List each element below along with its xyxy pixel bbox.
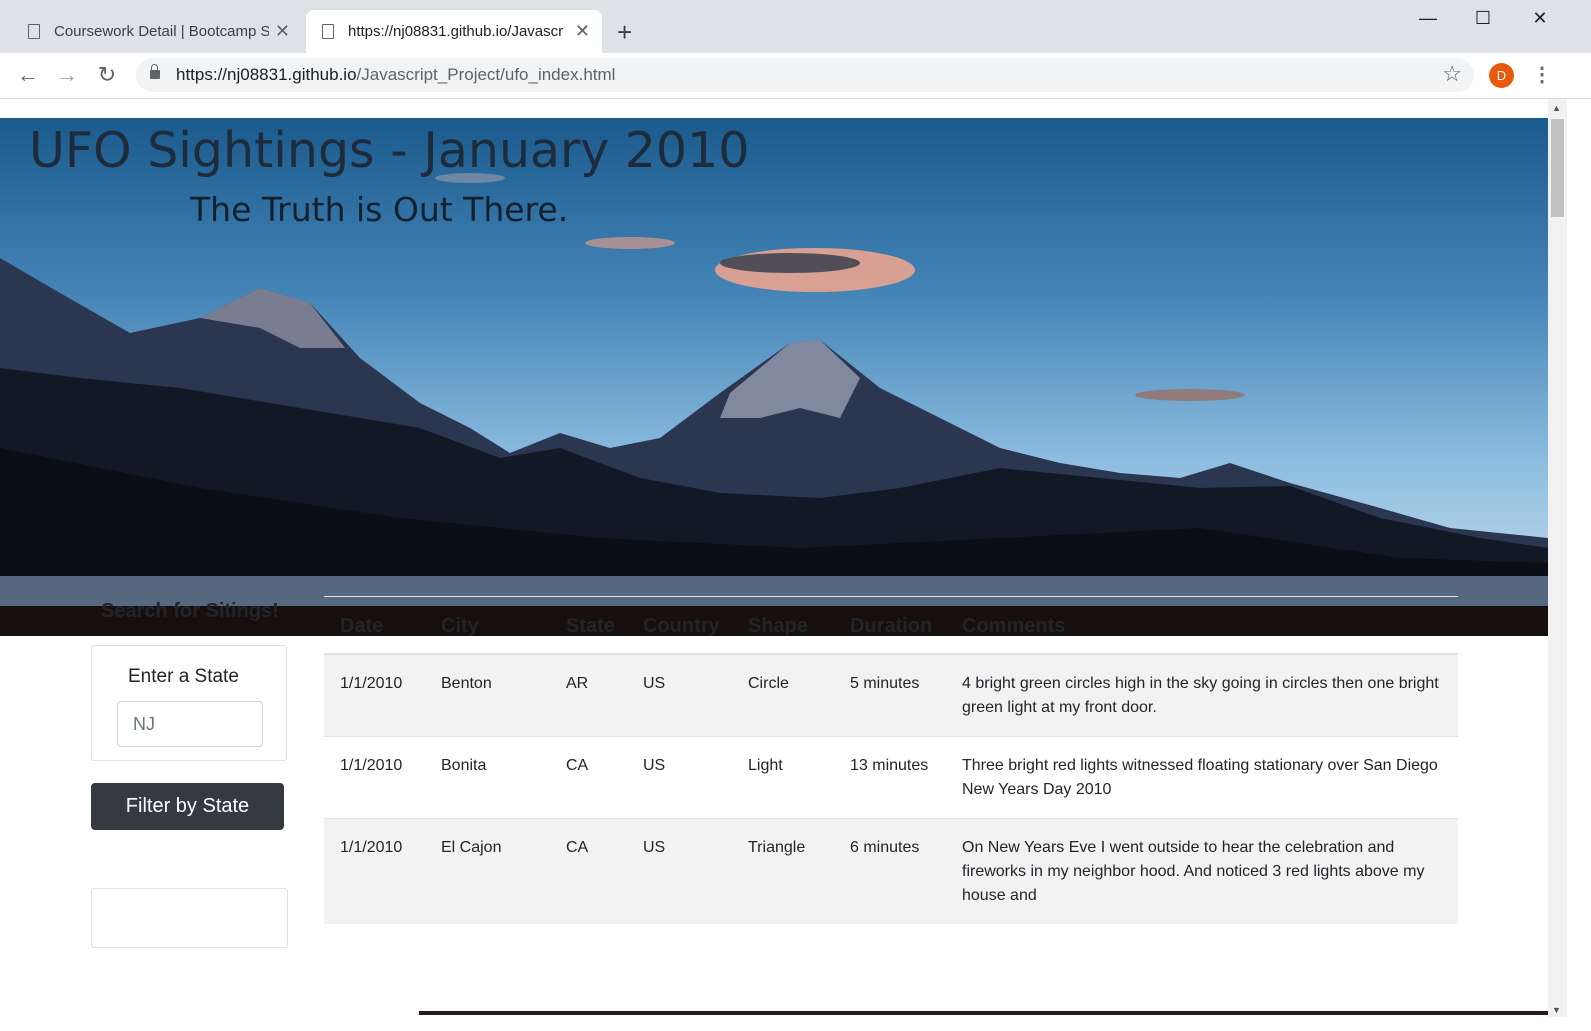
- table-row: 1/1/2010 El Cajon CA US Triangle 6 minut…: [324, 818, 1458, 924]
- ufo-table: Date City State Country Shape Duration C…: [324, 597, 1458, 924]
- close-tab-icon[interactable]: ✕: [575, 21, 590, 42]
- search-heading: Search for Sitings!: [101, 600, 279, 622]
- table-header-row: Date City State Country Shape Duration C…: [324, 597, 1458, 655]
- cell-duration: 6 minutes: [834, 818, 946, 924]
- cell-city: Bonita: [425, 736, 550, 819]
- cell-state: CA: [550, 818, 627, 924]
- cell-country: US: [627, 818, 732, 924]
- close-tab-icon[interactable]: ✕: [275, 21, 290, 42]
- ufo-table-container: Date City State Country Shape Duration C…: [324, 596, 1458, 924]
- profile-avatar[interactable]: D: [1489, 63, 1514, 88]
- cell-country: US: [627, 653, 732, 737]
- lock-icon[interactable]: [150, 64, 160, 79]
- filter-panel: Enter a State: [91, 645, 287, 761]
- forward-button[interactable]: →: [52, 62, 82, 88]
- hero-banner: UFO Sightings - January 2010 The Truth i…: [0, 118, 1548, 576]
- bookmark-star-icon[interactable]: ☆: [1442, 61, 1462, 87]
- cell-duration: 5 minutes: [834, 653, 946, 737]
- cell-date: 1/1/2010: [324, 736, 425, 819]
- maximize-button[interactable]: ☐: [1463, 8, 1503, 29]
- url-host: https://nj08831.github.io: [176, 65, 357, 84]
- back-button[interactable]: ←: [13, 62, 43, 88]
- filter-by-state-button[interactable]: Filter by State: [91, 783, 284, 830]
- page-title: UFO Sightings - January 2010: [29, 122, 750, 179]
- cell-country: US: [627, 736, 732, 819]
- cell-date: 1/1/2010: [324, 818, 425, 924]
- page-icon: [28, 24, 40, 39]
- tab-title: https://nj08831.github.io/Javascri: [348, 23, 563, 40]
- cell-city: Benton: [425, 653, 550, 737]
- url-path: /Javascript_Project/ufo_index.html: [356, 65, 616, 84]
- cell-date: 1/1/2010: [324, 653, 425, 737]
- taskbar-strip: [419, 1011, 1548, 1015]
- tab-ufo-index[interactable]: https://nj08831.github.io/Javascri ✕: [306, 10, 602, 53]
- more-menu-icon[interactable]: ⋮: [1532, 62, 1552, 87]
- cell-city: El Cajon: [425, 818, 550, 924]
- cell-shape: Light: [732, 736, 834, 819]
- cell-shape: Circle: [732, 653, 834, 737]
- column-header-shape: Shape: [732, 597, 834, 655]
- state-filter-label: Enter a State: [128, 666, 239, 687]
- column-header-state: State: [550, 597, 627, 655]
- column-header-country: Country: [627, 597, 732, 655]
- url-text[interactable]: https://nj08831.github.io/Javascript_Pro…: [176, 65, 615, 85]
- scroll-down-arrow-icon[interactable]: ▼: [1552, 1005, 1561, 1015]
- state-input[interactable]: [117, 701, 263, 747]
- cell-comments: On New Years Eve I went outside to hear …: [946, 818, 1458, 924]
- page-icon: [322, 24, 334, 39]
- cell-shape: Triangle: [732, 818, 834, 924]
- column-header-duration: Duration: [834, 597, 946, 655]
- cell-state: CA: [550, 736, 627, 819]
- browser-toolbar: ← → ↻ https://nj08831.github.io/Javascri…: [0, 53, 1591, 99]
- new-tab-button[interactable]: +: [617, 17, 632, 47]
- table-row: 1/1/2010 Benton AR US Circle 5 minutes 4…: [324, 653, 1458, 737]
- secondary-filter-panel: [91, 888, 288, 948]
- tab-title: Coursework Detail | Bootcamp Sp: [54, 23, 269, 40]
- scrollbar-thumb[interactable]: [1551, 119, 1564, 217]
- column-header-date: Date: [324, 597, 425, 655]
- cell-duration: 13 minutes: [834, 736, 946, 819]
- address-bar[interactable]: https://nj08831.github.io/Javascript_Pro…: [136, 58, 1474, 92]
- close-window-button[interactable]: ✕: [1520, 8, 1560, 29]
- cell-comments: Three bright red lights witnessed floati…: [946, 736, 1458, 819]
- vertical-scrollbar[interactable]: ▲ ▼: [1548, 99, 1567, 1017]
- page-subtitle: The Truth is Out There.: [190, 190, 569, 229]
- table-row: 1/1/2010 Bonita CA US Light 13 minutes T…: [324, 736, 1458, 819]
- browser-tab-strip: Coursework Detail | Bootcamp Sp ✕ https:…: [0, 0, 1591, 53]
- column-header-comments: Comments: [946, 597, 1458, 655]
- scroll-up-arrow-icon[interactable]: ▲: [1552, 103, 1561, 113]
- tab-coursework-detail[interactable]: Coursework Detail | Bootcamp Sp ✕: [12, 10, 302, 53]
- minimize-button[interactable]: —: [1408, 8, 1448, 29]
- reload-button[interactable]: ↻: [92, 62, 122, 88]
- mountain-background-image: [0, 118, 1548, 576]
- column-header-city: City: [425, 597, 550, 655]
- cell-state: AR: [550, 653, 627, 737]
- cell-comments: 4 bright green circles high in the sky g…: [946, 653, 1458, 737]
